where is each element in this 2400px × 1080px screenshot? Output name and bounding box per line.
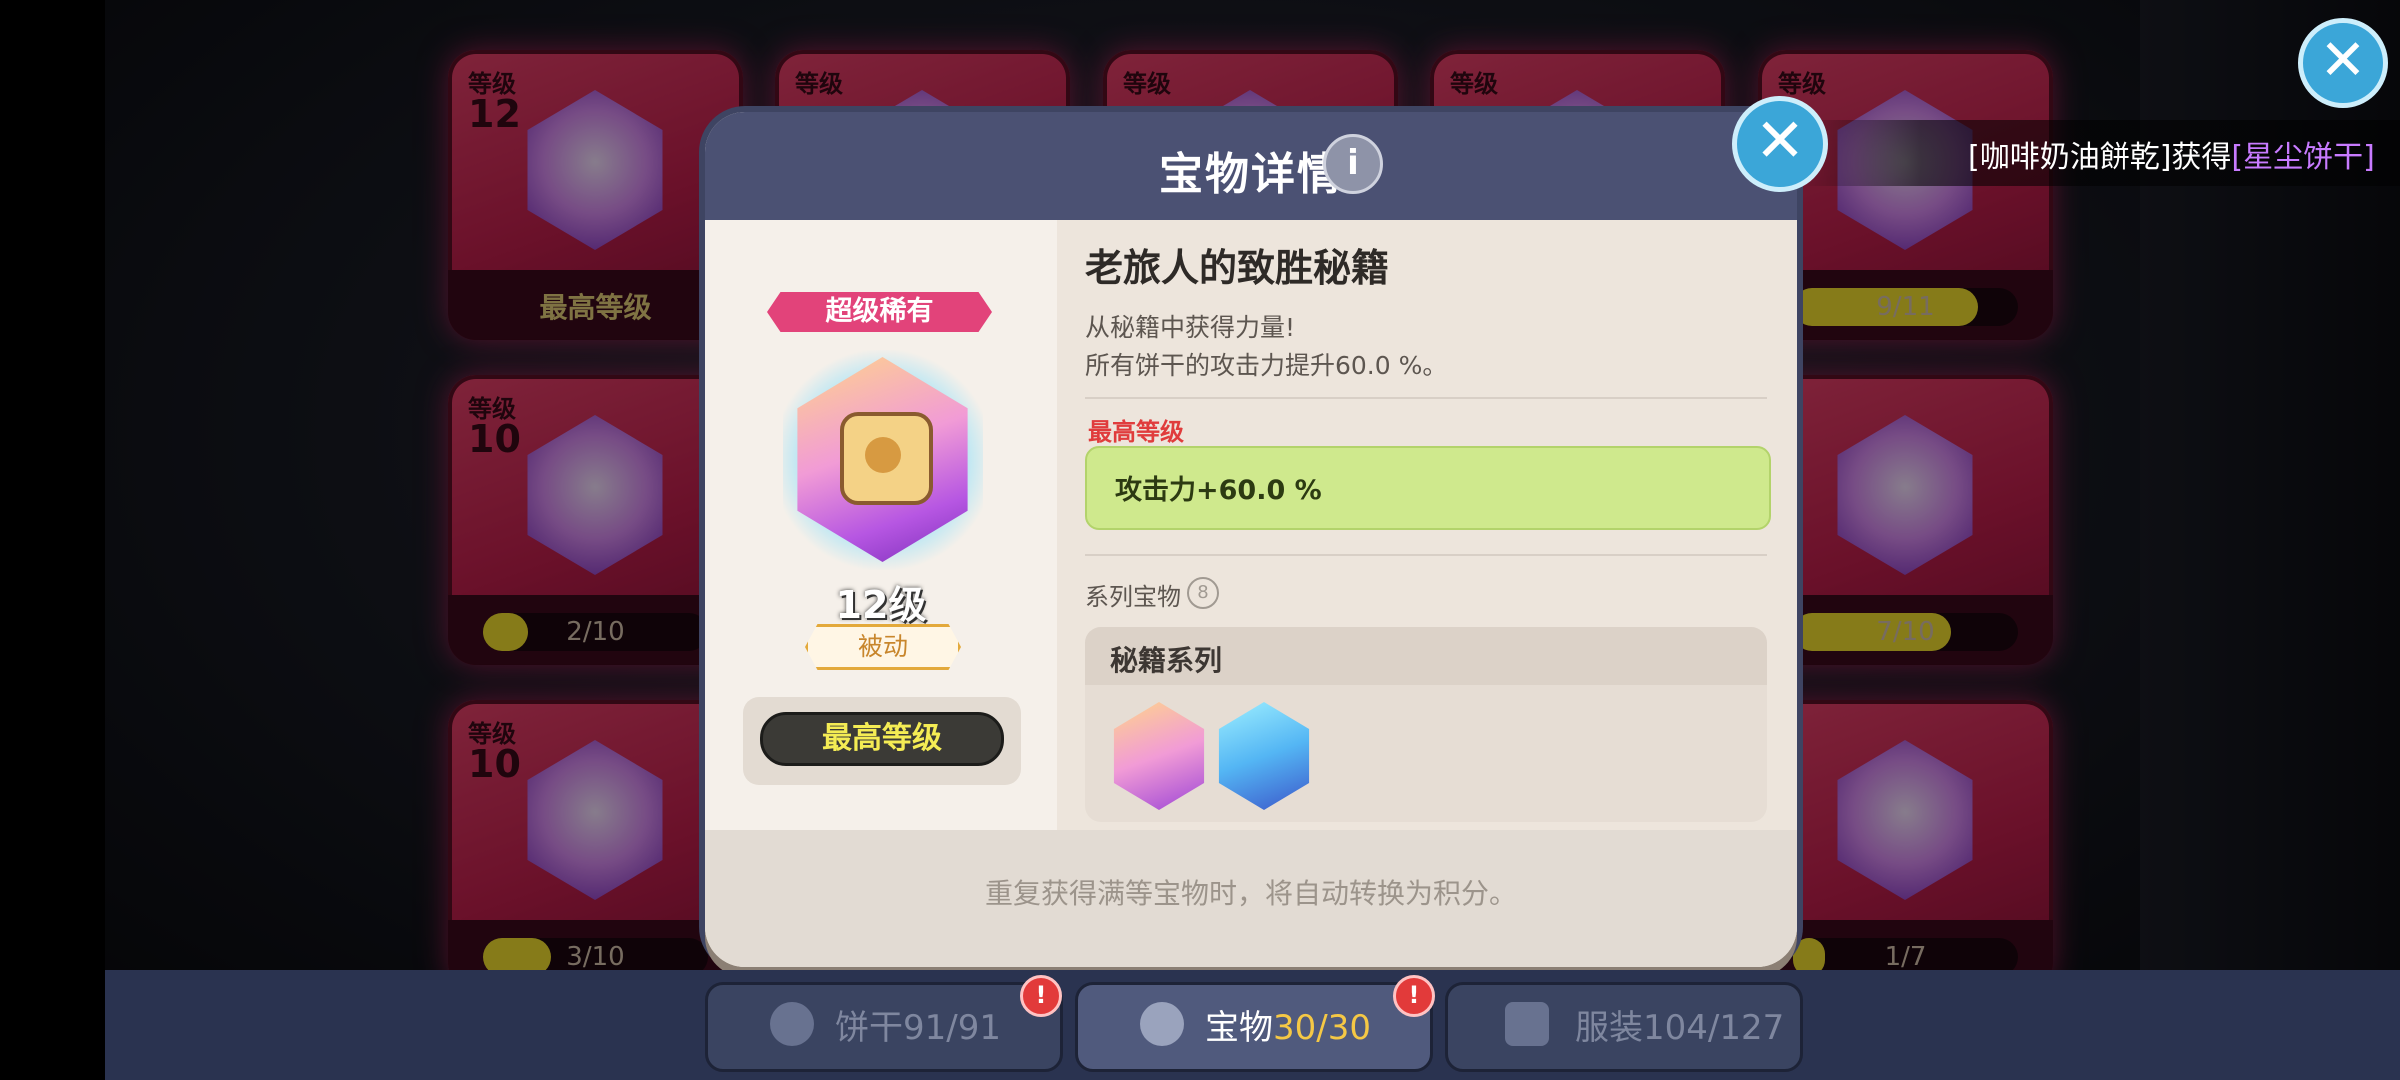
- tab-costumes-label: 服装104/127: [1575, 1000, 1784, 1049]
- info-icon[interactable]: i: [1323, 134, 1383, 194]
- close-icon: ✕: [1754, 106, 1806, 176]
- costume-icon: [1505, 1002, 1549, 1046]
- treasure-type-badge: 被动: [805, 624, 961, 670]
- alert-badge: !: [1020, 975, 1062, 1017]
- cookie-icon: [770, 1002, 814, 1046]
- series-title: 秘籍系列: [1110, 644, 1223, 677]
- treasure-description-line1: 从秘籍中获得力量!: [1085, 313, 1296, 342]
- series-count-badge: 8: [1187, 577, 1219, 609]
- notification-text: [咖啡奶油餅乾]获得[星尘饼干]: [1968, 132, 2375, 176]
- tab-label-text: 宝物: [1205, 1008, 1273, 1048]
- tab-count: 30/30: [1273, 1008, 1371, 1048]
- max-level-button[interactable]: 最高等级: [760, 712, 1004, 766]
- modal-close-button[interactable]: ✕: [1732, 96, 1828, 192]
- modal-title: 宝物详情: [1159, 149, 1343, 200]
- divider: [1085, 554, 1767, 556]
- treasure-description-line2: 所有饼干的攻击力提升60.0 %。: [1085, 351, 1448, 380]
- notification-highlight: [星尘饼干]: [2231, 140, 2375, 175]
- tab-label-text: 饼干: [835, 1008, 903, 1048]
- notification-prefix: [咖啡奶油餅乾]获得: [1968, 140, 2232, 175]
- treasure-level: 12级: [835, 583, 927, 627]
- treasure-tab-icon: [1140, 1002, 1184, 1046]
- close-button[interactable]: ✕: [2298, 18, 2388, 108]
- series-label: 系列宝物: [1085, 583, 1181, 611]
- scroll-emblem-icon: [865, 437, 901, 473]
- treasure-name: 老旅人的致胜秘籍: [1085, 246, 1390, 290]
- divider: [1085, 397, 1767, 399]
- tab-count: 91/91: [903, 1008, 1001, 1048]
- treasure-detail-modal: 宝物详情 i 超级稀有 12级 被动 最高等级 老旅人的致胜秘籍 从秘籍中获得力…: [705, 112, 1797, 967]
- tab-label-text: 服装: [1575, 1008, 1643, 1048]
- tab-treasures-label: 宝物30/30: [1205, 1000, 1371, 1049]
- tab-cookies-label: 饼干91/91: [835, 1000, 1001, 1049]
- close-icon: ✕: [2319, 28, 2367, 93]
- footer-note: 重复获得满等宝物时，将自动转换为积分。: [984, 877, 1517, 910]
- tab-count: 104/127: [1643, 1008, 1785, 1048]
- alert-badge: !: [1393, 975, 1435, 1017]
- stat-text: 攻击力+60.0 %: [1115, 475, 1322, 506]
- max-level-label: 最高等级: [1088, 418, 1184, 446]
- rarity-badge: 超级稀有: [767, 292, 992, 332]
